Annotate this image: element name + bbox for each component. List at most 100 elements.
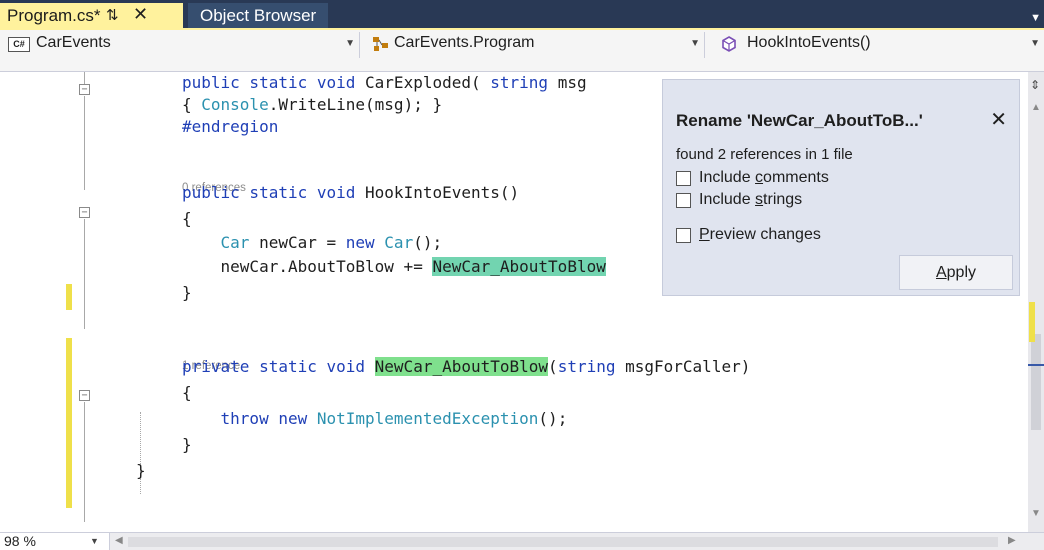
scroll-up-arrow-icon[interactable]: ▲ (1031, 102, 1041, 113)
editor-bottom-bar: 98 % ▼ ◀ ▶ (0, 532, 1044, 550)
code-token: Car (220, 233, 250, 252)
rename-highlight: NewCar_AboutToBlow (432, 257, 606, 276)
code-line: { (182, 382, 192, 404)
outline-line (84, 402, 85, 522)
include-comments-checkbox[interactable]: Include comments (676, 169, 829, 187)
chevron-down-icon[interactable]: ▼ (345, 38, 355, 49)
access-key: s (755, 191, 764, 208)
indicator-margin (0, 72, 62, 532)
outline-line (84, 96, 85, 190)
access-key: P (699, 226, 710, 243)
scroll-down-arrow-icon[interactable]: ▼ (1031, 508, 1041, 519)
member-dropdown[interactable]: HookIntoEvents() ▼ (707, 32, 1044, 58)
code-token: ( (548, 357, 558, 376)
code-line: public static void HookIntoEvents() (182, 182, 519, 204)
document-tab-strip: Program.cs* ⇅ ✕ Object Browser ▼ (0, 0, 1044, 28)
access-key: A (935, 264, 947, 281)
method-icon (722, 36, 736, 52)
code-token: Console (201, 95, 269, 114)
split-window-icon[interactable]: ⇕ (1030, 78, 1040, 92)
navigation-bar: C# CarEvents ▼ CarEvents.Program ▼ HookI… (0, 28, 1044, 72)
code-token: private static void (182, 357, 375, 376)
scroll-right-arrow-icon[interactable]: ▶ (1008, 535, 1016, 546)
active-tab-accent-line (0, 28, 1044, 30)
rename-dialog: Rename 'NewCar_AboutToB...' ✕ found 2 re… (662, 79, 1020, 296)
close-icon[interactable]: ✕ (133, 4, 148, 25)
scrollbar-change-mark (1029, 302, 1035, 342)
label-prefix: Include (699, 191, 756, 208)
code-token: string (490, 73, 549, 92)
chevron-down-icon[interactable]: ▼ (1030, 38, 1040, 49)
code-token: Car (384, 233, 414, 252)
outline-line (84, 72, 85, 84)
scrollbar-thumb[interactable] (1031, 334, 1041, 430)
code-line: { Console.WriteLine(msg); } (182, 94, 442, 116)
zoom-dropdown[interactable]: 98 % ▼ (0, 533, 110, 550)
collapse-icon[interactable]: − (79, 390, 90, 401)
code-token: } (182, 435, 192, 454)
code-token: { (182, 383, 192, 402)
preview-changes-label: Preview changes (699, 226, 821, 244)
horizontal-scrollbar-track[interactable] (128, 537, 998, 547)
code-token: new (345, 233, 385, 252)
code-token: } (182, 283, 192, 302)
preview-changes-checkbox[interactable]: Preview changes (676, 226, 821, 244)
code-token: .WriteLine(msg); } (268, 95, 443, 114)
code-token: NotImplementedException (316, 409, 539, 428)
change-tracking-mark (66, 338, 72, 508)
code-token: #endregion (182, 117, 279, 136)
code-line: Car newCar = new Car(); (182, 232, 443, 254)
code-token: CarExploded( (365, 73, 491, 92)
code-line: throw new NotImplementedException(); (182, 408, 568, 430)
label-rest: trings (763, 191, 803, 208)
code-line: } (182, 434, 192, 456)
rename-highlight: NewCar_AboutToBlow (374, 357, 549, 376)
outline-line (84, 219, 85, 329)
pin-icon[interactable]: ⇅ (106, 6, 119, 24)
collapse-icon[interactable]: − (79, 207, 90, 218)
code-line: newCar.AboutToBlow += NewCar_AboutToBlow (182, 256, 606, 278)
zoom-level: 98 % (4, 533, 36, 549)
code-token: (); (413, 233, 443, 252)
access-key: c (755, 169, 764, 186)
include-strings-label: Include strings (699, 191, 802, 209)
tab-object-browser[interactable]: Object Browser (188, 3, 329, 28)
code-token: public static void (182, 73, 366, 92)
tab-label: Object Browser (200, 6, 317, 25)
chevron-down-icon[interactable]: ▼ (90, 536, 99, 546)
tab-label: Program.cs* (7, 6, 101, 25)
code-line: #endregion (182, 116, 278, 138)
tab-program-cs[interactable]: Program.cs* ⇅ ✕ (0, 3, 183, 28)
code-token: } (136, 461, 146, 480)
label-prefix: Include (699, 169, 756, 186)
include-comments-label: Include comments (699, 169, 829, 187)
close-icon[interactable]: ✕ (990, 107, 1007, 132)
apply-label-rest: pply (946, 264, 977, 281)
csharp-project-icon: C# (8, 37, 30, 52)
code-token: HookIntoEvents() (365, 183, 520, 202)
code-token: newCar.AboutToBlow += (182, 257, 433, 276)
checkbox-box[interactable] (676, 227, 691, 243)
scroll-left-arrow-icon[interactable]: ◀ (115, 535, 123, 546)
project-dropdown[interactable]: C# CarEvents ▼ (0, 32, 360, 58)
project-name: CarEvents (36, 34, 111, 51)
apply-button[interactable]: Apply (899, 255, 1013, 290)
type-dropdown[interactable]: CarEvents.Program ▼ (362, 32, 705, 58)
collapse-icon[interactable]: − (79, 84, 90, 95)
code-token: public static void (182, 183, 366, 202)
code-token: (); (538, 409, 568, 428)
include-strings-checkbox[interactable]: Include strings (676, 191, 802, 209)
code-token: newCar = (249, 233, 346, 252)
code-token: string (557, 357, 616, 376)
code-token: { (182, 209, 192, 228)
type-name: CarEvents.Program (394, 34, 535, 51)
chevron-down-icon[interactable]: ▼ (690, 38, 700, 49)
code-line: public static void CarExploded( string m… (182, 72, 587, 94)
checkbox-box[interactable] (676, 192, 691, 208)
member-name: HookIntoEvents() (747, 34, 871, 51)
tab-overflow-dropdown-icon[interactable]: ▼ (1030, 12, 1041, 24)
class-icon (373, 37, 388, 51)
checkbox-box[interactable] (676, 170, 691, 186)
